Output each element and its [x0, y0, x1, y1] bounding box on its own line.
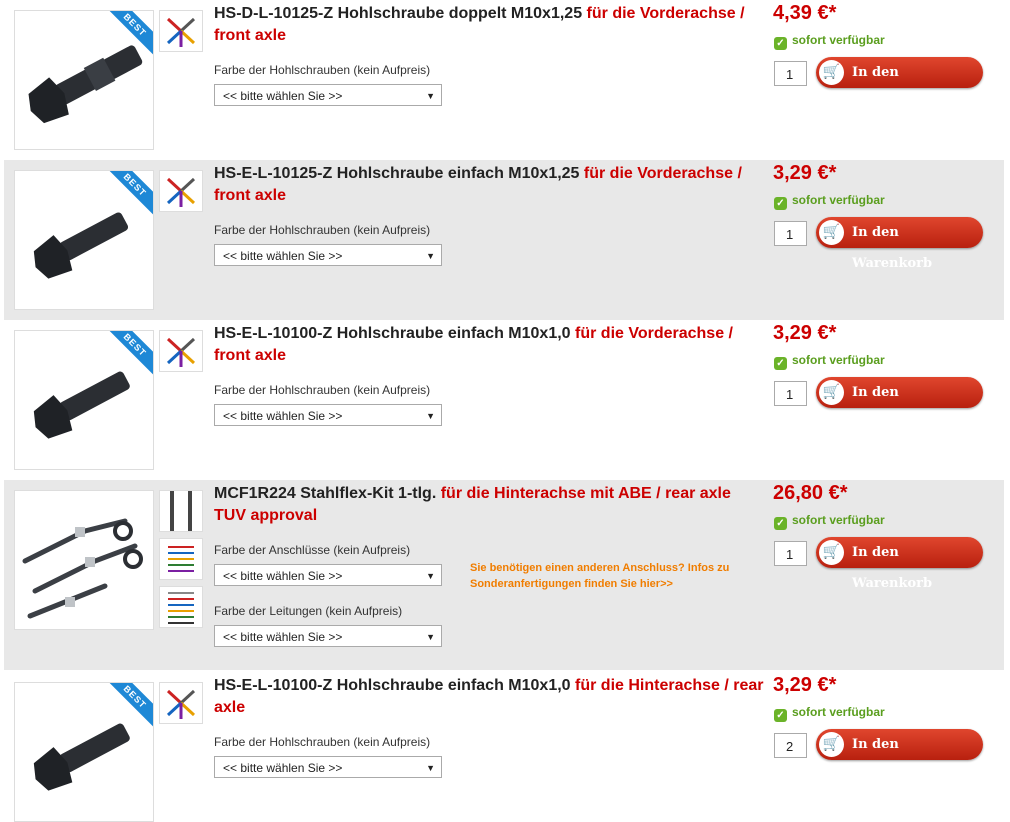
- chevron-down-icon: ▼: [426, 763, 435, 773]
- brake-line-kit-icon: [22, 518, 143, 619]
- select-value: << bitte wählen Sie >>: [223, 249, 343, 263]
- cart-icon: 🛒: [819, 60, 844, 85]
- hose-swatch-thumb[interactable]: [159, 586, 203, 628]
- availability: ✓ sofort verfügbar: [774, 705, 885, 722]
- check-icon: ✓: [774, 197, 787, 210]
- cart-label: In den Warenkorb: [852, 225, 933, 271]
- cart-label: In den Warenkorb: [852, 385, 933, 431]
- add-to-cart-button[interactable]: 🛒 In den Warenkorb: [816, 217, 983, 271]
- select-value: << bitte wählen Sie >>: [223, 409, 343, 423]
- option-label: Farbe der Hohlschrauben (kein Aufpreis): [214, 223, 431, 237]
- select-value: << bitte wählen Sie >>: [223, 569, 343, 583]
- quantity-input[interactable]: 2: [774, 733, 807, 758]
- check-icon: ✓: [774, 709, 787, 722]
- product-code[interactable]: MCF1R224 Stahlflex-Kit 1-tlg.: [214, 485, 436, 502]
- color-swatch-thumb[interactable]: [159, 682, 203, 724]
- availability: ✓ sofort verfügbar: [774, 353, 885, 370]
- color-select[interactable]: << bitte wählen Sie >> ▼: [214, 404, 442, 426]
- availability: ✓ sofort verfügbar: [774, 193, 885, 210]
- product-title[interactable]: HS-E-L-10100-Z Hohlschraube einfach M10x…: [214, 323, 764, 367]
- price: 3,29 €*: [773, 674, 837, 696]
- fitting-swatch-thumb[interactable]: [159, 538, 203, 580]
- cart-icon: 🛒: [819, 540, 844, 565]
- custom-order-link[interactable]: Sie benötigen einen anderen Anschluss? I…: [470, 560, 760, 592]
- product-image[interactable]: [14, 490, 154, 630]
- product-row: BEST HS-E-L-10125-Z Hohlschraube einfach…: [4, 160, 1004, 320]
- cart-icon: 🛒: [819, 380, 844, 405]
- price: 4,39 €*: [773, 2, 837, 24]
- chevron-down-icon: ▼: [426, 251, 435, 261]
- chevron-down-icon: ▼: [426, 411, 435, 421]
- availability-text: sofort verfügbar: [792, 33, 885, 47]
- availability: ✓ sofort verfügbar: [774, 33, 885, 50]
- price: 3,29 €*: [773, 322, 837, 344]
- product-code[interactable]: HS-E-L-10100-Z Hohlschraube einfach M10x…: [214, 677, 571, 694]
- hose-color-select[interactable]: << bitte wählen Sie >> ▼: [214, 625, 442, 647]
- availability-text: sofort verfügbar: [792, 705, 885, 719]
- option-label-2: Farbe der Leitungen (kein Aufpreis): [214, 604, 403, 618]
- add-to-cart-button[interactable]: 🛒 In den Warenkorb: [816, 537, 983, 591]
- chevron-down-icon: ▼: [426, 91, 435, 101]
- quantity-input[interactable]: 1: [774, 541, 807, 566]
- color-swatch-thumb[interactable]: [159, 170, 203, 212]
- add-to-cart-button[interactable]: 🛒 In den Warenkorb: [816, 377, 983, 431]
- availability-text: sofort verfügbar: [792, 513, 885, 527]
- product-code[interactable]: HS-E-L-10125-Z Hohlschraube einfach M10x…: [214, 165, 579, 182]
- option-label: Farbe der Anschlüsse (kein Aufpreis): [214, 543, 411, 557]
- price: 26,80 €*: [773, 482, 848, 504]
- color-select[interactable]: << bitte wählen Sie >> ▼: [214, 244, 442, 266]
- product-image[interactable]: BEST: [14, 10, 154, 150]
- availability-text: sofort verfügbar: [792, 353, 885, 367]
- line-swatch-thumb[interactable]: [159, 490, 203, 532]
- color-swatch-thumb[interactable]: [159, 330, 203, 372]
- product-row: BEST HS-D-L-10125-Z Hohlschraube doppelt…: [4, 0, 1004, 160]
- product-title[interactable]: HS-E-L-10125-Z Hohlschraube einfach M10x…: [214, 163, 764, 207]
- add-to-cart-button[interactable]: 🛒 In den Warenkorb: [816, 57, 983, 111]
- availability: ✓ sofort verfügbar: [774, 513, 885, 530]
- chevron-down-icon: ▼: [426, 571, 435, 581]
- add-to-cart-button[interactable]: 🛒 In den Warenkorb: [816, 729, 983, 783]
- select-value: << bitte wählen Sie >>: [223, 761, 343, 775]
- product-image[interactable]: BEST: [14, 682, 154, 822]
- product-title[interactable]: MCF1R224 Stahlflex-Kit 1-tlg. für die Hi…: [214, 483, 764, 527]
- product-image[interactable]: BEST: [14, 170, 154, 310]
- product-row: BEST HS-E-L-10100-Z Hohlschraube einfach…: [4, 320, 1004, 480]
- option-label: Farbe der Hohlschrauben (kein Aufpreis): [214, 383, 431, 397]
- cart-label: In den Warenkorb: [852, 545, 933, 591]
- chevron-down-icon: ▼: [426, 632, 435, 642]
- option-label: Farbe der Hohlschrauben (kein Aufpreis): [214, 63, 431, 77]
- product-row: BEST HS-E-L-10100-Z Hohlschraube einfach…: [4, 672, 1004, 822]
- cart-label: In den Warenkorb: [852, 737, 933, 783]
- product-code[interactable]: HS-D-L-10125-Z Hohlschraube doppelt M10x…: [214, 5, 582, 22]
- select-value: << bitte wählen Sie >>: [223, 630, 343, 644]
- option-label: Farbe der Hohlschrauben (kein Aufpreis): [214, 735, 431, 749]
- select-value: << bitte wählen Sie >>: [223, 89, 343, 103]
- color-swatch-thumb[interactable]: [159, 10, 203, 52]
- quantity-input[interactable]: 1: [774, 381, 807, 406]
- cart-label: In den Warenkorb: [852, 65, 933, 111]
- product-image[interactable]: BEST: [14, 330, 154, 470]
- price: 3,29 €*: [773, 162, 837, 184]
- check-icon: ✓: [774, 357, 787, 370]
- availability-text: sofort verfügbar: [792, 193, 885, 207]
- product-code[interactable]: HS-E-L-10100-Z Hohlschraube einfach M10x…: [214, 325, 571, 342]
- cart-icon: 🛒: [819, 732, 844, 757]
- product-title[interactable]: HS-E-L-10100-Z Hohlschraube einfach M10x…: [214, 675, 764, 719]
- check-icon: ✓: [774, 37, 787, 50]
- quantity-input[interactable]: 1: [774, 61, 807, 86]
- product-title[interactable]: HS-D-L-10125-Z Hohlschraube doppelt M10x…: [214, 3, 764, 47]
- product-row: MCF1R224 Stahlflex-Kit 1-tlg. für die Hi…: [4, 480, 1004, 670]
- cart-icon: 🛒: [819, 220, 844, 245]
- quantity-input[interactable]: 1: [774, 221, 807, 246]
- fitting-color-select[interactable]: << bitte wählen Sie >> ▼: [214, 564, 442, 586]
- color-select[interactable]: << bitte wählen Sie >> ▼: [214, 756, 442, 778]
- color-select[interactable]: << bitte wählen Sie >> ▼: [214, 84, 442, 106]
- check-icon: ✓: [774, 517, 787, 530]
